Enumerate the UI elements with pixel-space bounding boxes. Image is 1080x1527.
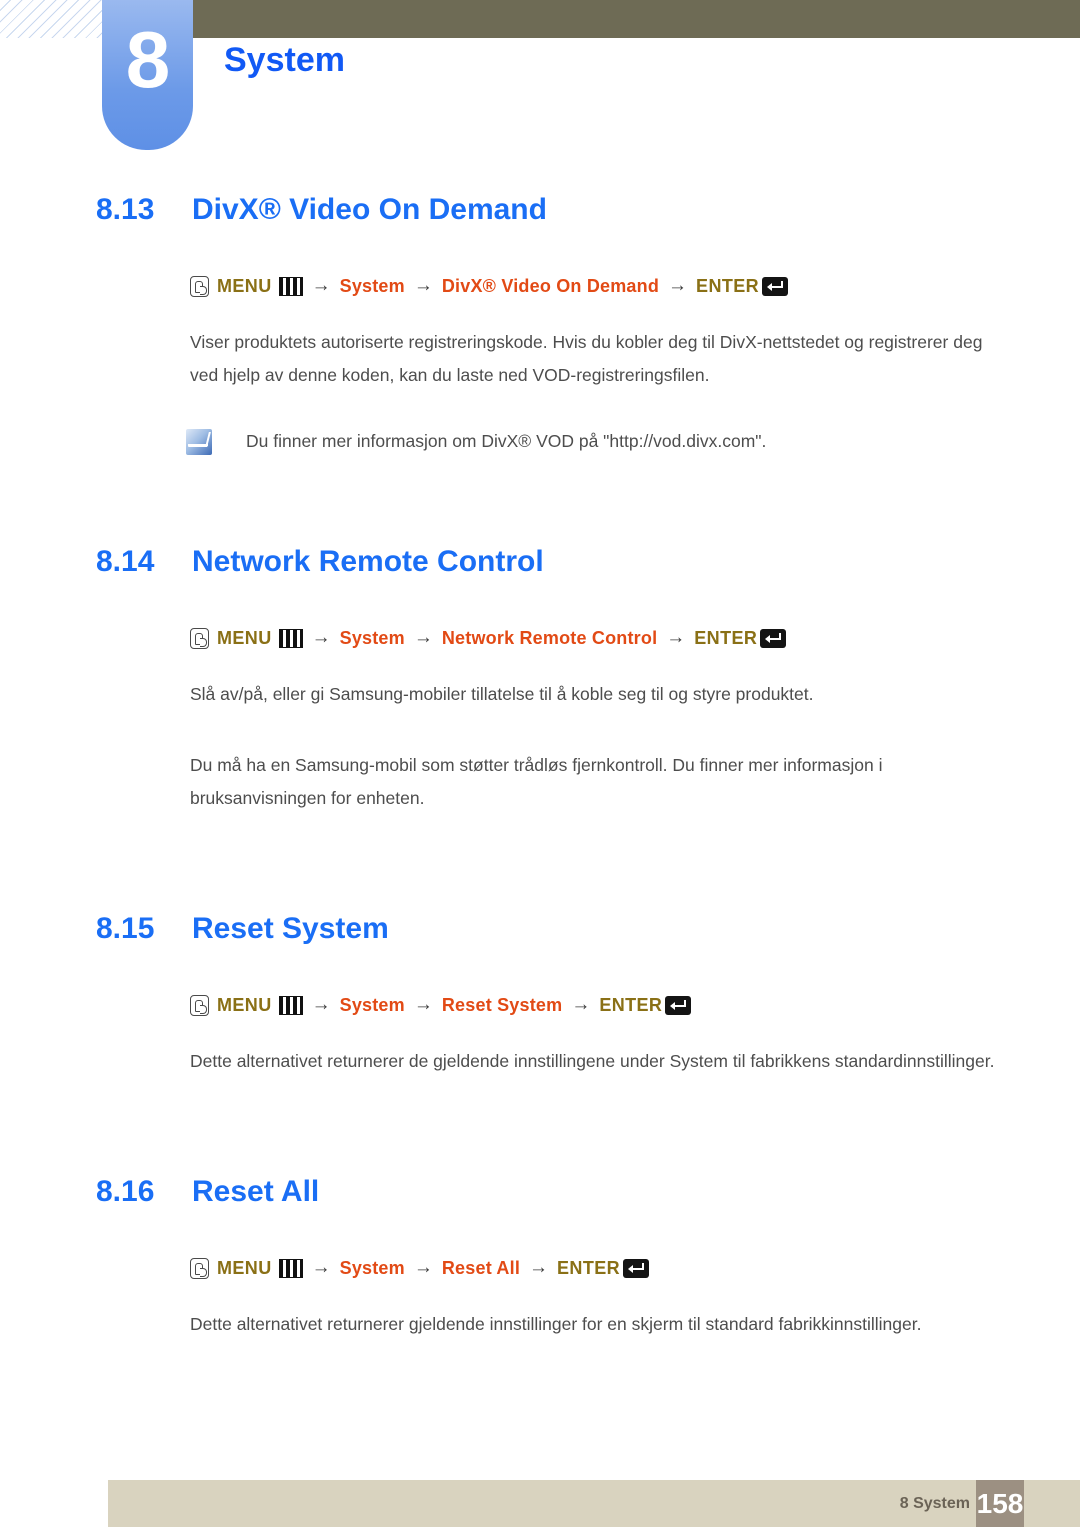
menu-grid-icon — [278, 1258, 303, 1278]
enter-label: ENTER — [696, 276, 760, 296]
page-footer: 8 System 158 — [0, 1480, 1080, 1527]
menu-label: MENU — [217, 276, 272, 296]
section-title: Reset System — [192, 912, 389, 945]
menu-path-item-system: System — [339, 276, 405, 296]
section-heading: 8.15 Reset System — [96, 909, 1080, 949]
menu-path-item-system: System — [339, 628, 405, 648]
enter-label: ENTER — [694, 628, 758, 648]
note-block: Du finner mer informasjon om DivX® VOD p… — [186, 426, 1010, 456]
chapter-title: System — [224, 41, 345, 79]
body-paragraph: Du må ha en Samsung-mobil som støtter tr… — [190, 755, 883, 808]
section-number: 8.13 — [96, 193, 155, 226]
menu-path: MENU → System → Network Remote Control →… — [190, 626, 1080, 650]
enter-key-icon — [762, 276, 789, 296]
footer-chapter-label: 8 System — [899, 1495, 970, 1512]
section-title: Reset All — [192, 1175, 320, 1208]
section-number: 8.16 — [96, 1175, 155, 1208]
path-arrow: → — [311, 275, 331, 296]
menu-grid-icon — [278, 628, 303, 648]
enter-key-icon — [760, 628, 787, 648]
enter-key-icon — [623, 1258, 650, 1278]
menu-path: MENU → System → Reset System → ENTER — [190, 993, 1080, 1017]
menu-path: MENU → System → DivX® Video On Demand → … — [190, 274, 1080, 298]
path-arrow: → — [571, 994, 591, 1015]
menu-path-item-target: DivX® Video On Demand — [441, 276, 660, 296]
chapter-number: 8 — [125, 15, 171, 104]
path-arrow: → — [668, 275, 688, 296]
enter-key-icon — [665, 995, 692, 1015]
section-heading: 8.16 Reset All — [96, 1172, 1080, 1212]
hand-press-icon — [190, 627, 209, 649]
section-number: 8.15 — [96, 912, 155, 945]
path-arrow: → — [311, 627, 331, 648]
body-paragraph: Dette alternativet returnerer gjeldende … — [190, 1314, 922, 1334]
section-number: 8.14 — [96, 545, 155, 578]
chapter-tab: 8 — [102, 0, 193, 150]
hatch-decoration — [0, 0, 102, 38]
enter-label: ENTER — [599, 995, 663, 1015]
hand-press-icon — [190, 994, 209, 1016]
path-arrow: → — [311, 1257, 331, 1278]
section-8-16: 8.16 Reset All MENU → System → Reset All… — [0, 1172, 1080, 1341]
menu-grid-icon — [278, 276, 303, 296]
section-heading: 8.14 Network Remote Control — [96, 542, 1080, 582]
note-text: Du finner mer informasjon om DivX® VOD p… — [246, 431, 767, 451]
body-paragraph: Dette alternativet returnerer de gjelden… — [190, 1051, 995, 1071]
menu-grid-icon — [278, 995, 303, 1015]
header-olive-bar — [193, 0, 1080, 38]
section-title: Network Remote Control — [192, 545, 544, 578]
section-8-14: 8.14 Network Remote Control MENU → Syste… — [0, 542, 1080, 815]
section-heading: 8.13 DivX® Video On Demand — [96, 190, 1080, 230]
path-arrow: → — [413, 275, 433, 296]
manual-page: 8 System 8.13 DivX® Video On Demand MENU… — [0, 0, 1080, 1527]
path-arrow: → — [529, 1257, 549, 1278]
enter-label: ENTER — [557, 1258, 621, 1278]
section-title: DivX® Video On Demand — [192, 193, 547, 226]
note-pen-icon — [186, 429, 212, 455]
hand-press-icon — [190, 275, 209, 297]
page-header: 8 System — [0, 0, 1080, 150]
path-arrow: → — [413, 1257, 433, 1278]
hand-press-icon — [190, 1257, 209, 1279]
section-8-13: 8.13 DivX® Video On Demand MENU → System… — [0, 190, 1080, 456]
page-content: 8.13 DivX® Video On Demand MENU → System… — [0, 190, 1080, 1341]
menu-path-item-system: System — [339, 995, 405, 1015]
menu-path-item-target: Reset All — [441, 1258, 521, 1278]
menu-path: MENU → System → Reset All → ENTER — [190, 1256, 1080, 1280]
path-arrow: → — [413, 994, 433, 1015]
path-arrow: → — [311, 994, 331, 1015]
menu-label: MENU — [217, 628, 272, 648]
menu-path-item-system: System — [339, 1258, 405, 1278]
section-8-15: 8.15 Reset System MENU → System → Reset … — [0, 909, 1080, 1078]
menu-label: MENU — [217, 1258, 272, 1278]
body-paragraph: Slå av/på, eller gi Samsung-mobiler till… — [190, 684, 814, 704]
footer-page-number: 158 — [976, 1480, 1024, 1527]
menu-path-item-target: Reset System — [441, 995, 563, 1015]
path-arrow: → — [413, 627, 433, 648]
path-arrow: → — [666, 627, 686, 648]
menu-path-item-target: Network Remote Control — [441, 628, 658, 648]
body-paragraph: Viser produktets autoriserte registrerin… — [190, 332, 983, 385]
menu-label: MENU — [217, 995, 272, 1015]
